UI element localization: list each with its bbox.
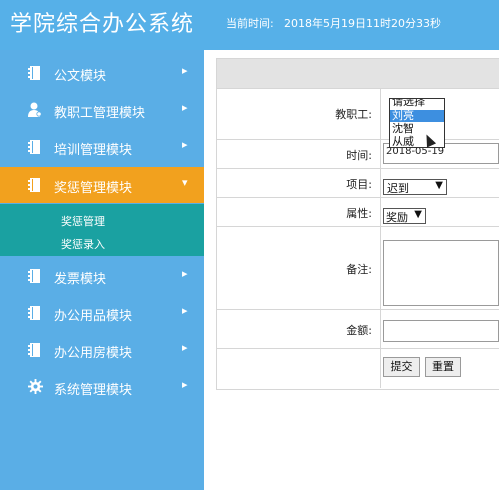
top-header-bar: 学院综合办公系统 当前时间: 2018年5月19日11时20分33秒	[0, 0, 499, 50]
document-icon	[28, 269, 40, 283]
attribute-label: 属性:	[346, 207, 372, 220]
chevron-down-icon: ▼	[435, 180, 443, 191]
document-icon	[28, 178, 40, 192]
sidebar-item-label: 发票模块	[54, 272, 107, 287]
submenu-item-reward-entry[interactable]: 奖惩录入	[61, 236, 105, 252]
submit-button[interactable]: 提交	[383, 357, 420, 377]
chevron-down-icon: ▼	[414, 209, 422, 220]
sidebar-item-label: 办公用品模块	[54, 309, 133, 324]
sidebar-item-label: 培训管理模块	[54, 143, 133, 158]
sidebar-item-label: 系统管理模块	[54, 383, 133, 398]
reset-button[interactable]: 重置	[425, 357, 461, 377]
gear-icon	[28, 379, 43, 394]
form-header-bar	[217, 59, 499, 89]
submenu-rewards: 奖惩管理 奖惩录入	[0, 204, 204, 256]
staff-option[interactable]: 沈智	[392, 123, 414, 135]
sidebar-item-label: 教职工管理模块	[54, 106, 146, 121]
note-textarea[interactable]	[383, 240, 499, 306]
staff-label: 教职工:	[335, 108, 372, 121]
sidebar-item-office-supplies[interactable]: 办公用品模块 ▸	[0, 295, 204, 331]
current-time-value: 2018年5月19日11时20分33秒	[284, 17, 441, 30]
staff-select-dropdown[interactable]: 请选择 刘亮 沈智 从威	[389, 98, 445, 148]
form-row-staff: 教职工:	[217, 89, 499, 140]
user-gear-icon	[28, 102, 42, 117]
sidebar-item-invoices[interactable]: 发票模块 ▸	[0, 258, 204, 294]
document-icon	[28, 306, 40, 320]
sidebar-item-staff-management[interactable]: 教职工管理模块 ▸	[0, 92, 204, 128]
amount-label: 金额:	[346, 324, 372, 337]
staff-option[interactable]: 从威	[392, 136, 414, 148]
amount-input[interactable]	[383, 320, 499, 342]
attribute-select[interactable]: 奖励 ▼	[383, 208, 426, 224]
document-icon	[28, 140, 40, 154]
chevron-right-icon: ▸	[182, 101, 188, 114]
sidebar-item-documents[interactable]: 公文模块 ▸	[0, 55, 204, 91]
sidebar: 公文模块 ▸ 教职工管理模块 ▸ 培训管理模块 ▸ 奖惩管理模块 ▾ 奖惩管理 …	[0, 50, 204, 490]
sidebar-item-label: 办公用房模块	[54, 346, 133, 361]
form-row-attribute: 属性:	[217, 198, 499, 227]
sidebar-item-label: 奖惩管理模块	[54, 181, 133, 196]
chevron-right-icon: ▸	[182, 378, 188, 391]
sidebar-item-training[interactable]: 培训管理模块 ▸	[0, 129, 204, 165]
submenu-item-reward-management[interactable]: 奖惩管理	[61, 213, 105, 229]
form-row-item: 项目:	[217, 169, 499, 198]
chevron-right-icon: ▸	[182, 64, 188, 77]
chevron-right-icon: ▸	[182, 138, 188, 151]
time-label: 时间:	[346, 149, 372, 162]
current-time-label: 当前时间:	[226, 17, 274, 30]
attribute-select-value: 奖励	[386, 211, 408, 224]
sidebar-item-system-management[interactable]: 系统管理模块 ▸	[0, 369, 204, 405]
chevron-right-icon: ▸	[182, 304, 188, 317]
item-label: 项目:	[346, 178, 372, 191]
item-select-value: 迟到	[387, 182, 409, 195]
sidebar-item-rewards-penalties[interactable]: 奖惩管理模块 ▾	[0, 167, 204, 203]
chevron-right-icon: ▸	[182, 267, 188, 280]
app-title: 学院综合办公系统	[10, 12, 195, 37]
item-select[interactable]: 迟到 ▼	[383, 179, 447, 195]
staff-option[interactable]: 请选择	[392, 99, 425, 108]
sidebar-item-label: 公文模块	[54, 69, 107, 84]
note-label: 备注:	[346, 263, 372, 276]
chevron-down-icon: ▾	[182, 176, 188, 189]
document-icon	[28, 66, 40, 80]
chevron-right-icon: ▸	[182, 341, 188, 354]
document-icon	[28, 343, 40, 357]
staff-option-selected[interactable]: 刘亮	[390, 110, 444, 122]
sidebar-item-office-rooms[interactable]: 办公用房模块 ▸	[0, 332, 204, 368]
